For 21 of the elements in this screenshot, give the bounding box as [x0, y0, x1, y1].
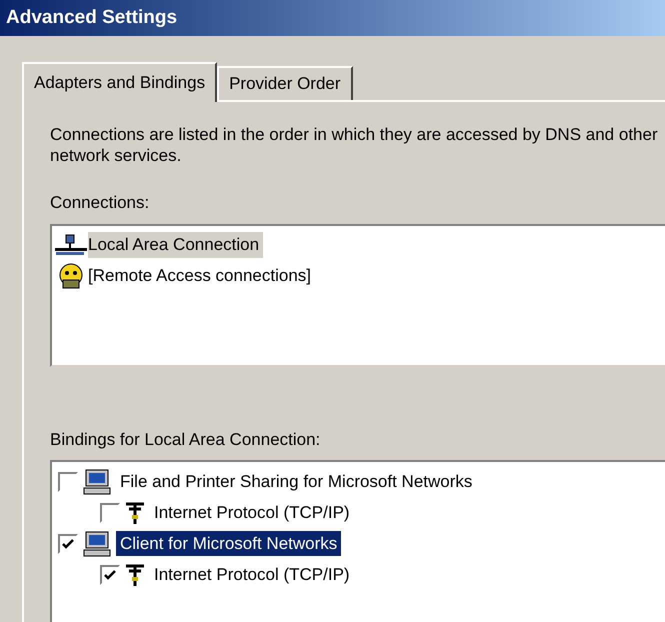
computer-icon	[82, 468, 112, 494]
window-title: Advanced Settings	[6, 6, 178, 30]
computer-icon	[82, 530, 112, 556]
bindings-label: Bindings for Local Area Connection:	[50, 428, 322, 450]
description: Connections are listed in the order in which they are accessed by DNS and other network services.	[50, 124, 659, 166]
bindings-tree[interactable]: File and Printer Sharing for Microsoft Networks Internet Protocol (TCP/IP) Client for Microsoft Networks Internet Protocol (TCP/IP)	[50, 460, 665, 622]
binding-item[interactable]: File and Printer Sharing for Microsoft Networks	[116, 468, 476, 494]
check-icon	[61, 536, 75, 550]
tab[interactable]: Adapters and Bindings	[22, 62, 218, 102]
network-icon	[54, 234, 88, 256]
connections-label: Connections:	[50, 192, 150, 214]
protocol-icon	[124, 500, 146, 524]
connection-item[interactable]: [Remote Access connections]	[88, 263, 316, 289]
connections-list[interactable]: Local Area Connection [Remote Access connections]	[50, 224, 665, 366]
protocol-icon	[124, 562, 146, 586]
binding-item[interactable]: Internet Protocol (TCP/IP)	[150, 562, 354, 588]
binding-item[interactable]: Client for Microsoft Networks	[116, 530, 342, 556]
binding-item[interactable]: Internet Protocol (TCP/IP)	[150, 500, 354, 526]
check-icon	[103, 568, 117, 582]
tab[interactable]: Provider Order	[217, 66, 353, 100]
connection-item[interactable]: Local Area Connection	[88, 232, 264, 258]
